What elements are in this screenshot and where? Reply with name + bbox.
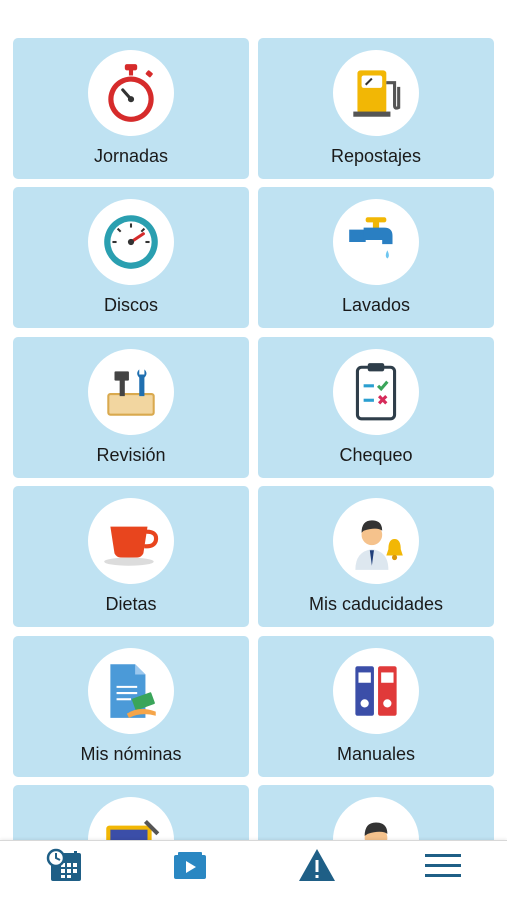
tile-dietas[interactable]: Dietas [13, 486, 249, 627]
tile-chequeo[interactable]: Chequeo [258, 337, 494, 478]
icon-circle [333, 797, 419, 840]
tile-jornadas[interactable]: Jornadas [13, 38, 249, 179]
payslip-document-icon [110, 664, 156, 718]
calendar-clock-icon [46, 848, 81, 881]
tile-label: Jornadas [93, 146, 169, 166]
menu-grid: Jornadas Repostajes Discos Lavados Revis… [0, 0, 507, 840]
tile-label: Chequeo [339, 445, 413, 465]
tile-revision[interactable]: Revisión [13, 337, 249, 478]
icon-circle [333, 498, 419, 584]
bottom-navigation [0, 840, 507, 901]
water-tap-icon [349, 217, 393, 259]
tile-partial-left[interactable] [13, 785, 249, 840]
icon-circle [333, 349, 419, 435]
speedometer-icon [104, 215, 158, 269]
tile-partial-right[interactable] [258, 785, 494, 840]
nav-videos[interactable] [150, 841, 230, 889]
tile-lavados[interactable]: Lavados [258, 187, 494, 328]
icon-circle [88, 648, 174, 734]
fuel-pump-icon [353, 70, 401, 117]
menu-icon [425, 854, 461, 877]
tile-label: Repostajes [330, 146, 422, 166]
tile-label: Mis nóminas [80, 744, 182, 764]
icon-circle [333, 648, 419, 734]
tile-label: Dietas [105, 594, 157, 614]
icon-circle [333, 50, 419, 136]
warning-triangle-icon [299, 849, 335, 881]
tile-mis-caducidades[interactable]: Mis caducidades [258, 486, 494, 627]
icon-circle [88, 50, 174, 136]
binders-icon [355, 666, 397, 716]
screen-tools-icon [106, 819, 160, 840]
tile-label: Revisión [96, 445, 166, 465]
icon-circle [88, 349, 174, 435]
tile-discos[interactable]: Discos [13, 187, 249, 328]
tile-label: Lavados [341, 295, 411, 315]
icon-circle [88, 199, 174, 285]
nav-calendar[interactable] [25, 841, 105, 889]
stopwatch-icon [108, 64, 154, 122]
nav-alerts[interactable] [277, 841, 357, 889]
icon-circle [88, 797, 174, 840]
icon-circle [88, 498, 174, 584]
coffee-cup-icon [104, 526, 159, 566]
checklist-clipboard-icon [355, 363, 397, 421]
tile-label: Discos [103, 295, 158, 315]
tile-repostajes[interactable]: Repostajes [258, 38, 494, 179]
tile-manuales[interactable]: Manuales [258, 636, 494, 777]
tile-label: Mis caducidades [308, 594, 444, 614]
icon-circle [333, 199, 419, 285]
nav-menu[interactable] [403, 841, 483, 889]
tile-mis-nominas[interactable]: Mis nóminas [13, 636, 249, 777]
toolbox-icon [107, 369, 155, 416]
tile-label: Manuales [336, 744, 416, 764]
video-folder-icon [174, 852, 206, 879]
person-icon [364, 822, 388, 840]
person-bell-icon [355, 520, 403, 570]
